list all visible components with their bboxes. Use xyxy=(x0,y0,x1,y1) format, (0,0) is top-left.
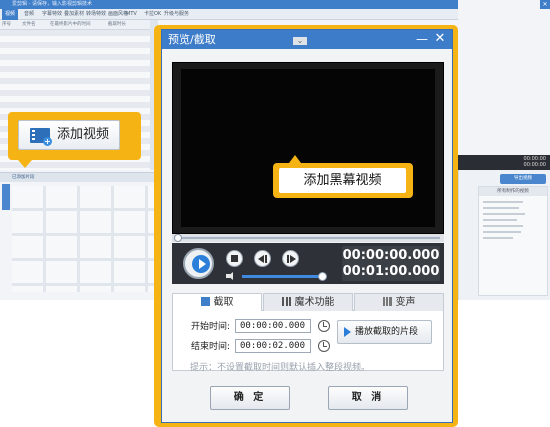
start-time-pick-button[interactable] xyxy=(316,319,332,333)
bg-menu-overlay[interactable]: 叠加素材 xyxy=(64,9,84,20)
end-time-label: 结束时间: xyxy=(191,342,231,352)
tab-voice-change[interactable]: 变声 xyxy=(354,293,444,311)
bg-menu-video[interactable]: 视频 xyxy=(2,9,19,20)
volume-handle[interactable] xyxy=(318,272,327,281)
bg-col-time: 在最终影片中的时间 xyxy=(50,22,91,27)
bg-info-panel: 所有制作的视频 xyxy=(478,186,548,296)
film-strip-icon xyxy=(281,297,291,306)
bg-added-clips-bar: 已添加片段 xyxy=(0,172,158,182)
add-video-label: 添加视频 xyxy=(57,127,110,142)
total-timecode: 00:01:00.000 xyxy=(342,264,440,279)
tab-bar: 截取 魔术功能 变声 xyxy=(172,293,444,312)
bg-col-index: 序号 xyxy=(2,22,11,27)
stop-button[interactable] xyxy=(226,250,243,267)
player-controls: 00:00:00.000 00:01:00.000 xyxy=(172,243,444,284)
preview-crop-dialog: 预览/截取 — ✕ 添加黑幕视频 ⌄ 00:00:00.000 00:01:00… xyxy=(161,29,453,423)
video-preview-screen xyxy=(181,69,435,227)
start-time-label: 开始时间: xyxy=(191,322,231,332)
bg-menu-mtv[interactable]: MTV xyxy=(126,9,137,20)
bg-menu-style[interactable]: 画面风格 xyxy=(108,9,128,20)
add-video-button[interactable]: 添加视频 xyxy=(18,120,120,150)
bg-export-button[interactable]: 导出视频 xyxy=(500,174,546,184)
bg-thumbnail-grid xyxy=(12,186,158,292)
tab-magic[interactable]: 魔术功能 xyxy=(263,293,353,311)
tab-voice-label: 变声 xyxy=(395,297,416,308)
cancel-button[interactable]: 取 消 xyxy=(328,386,408,410)
end-time-pick-button[interactable] xyxy=(316,339,332,353)
bg-menu-subtitle[interactable]: 字幕特效 xyxy=(42,9,62,20)
bg-timecode-bar: 00:00:00 00:00:00 xyxy=(458,155,550,170)
bg-menu-audio[interactable]: 音频 xyxy=(24,9,34,20)
clock-icon xyxy=(318,340,330,352)
tab-crop-label: 截取 xyxy=(213,297,234,308)
bg-vertical-tab[interactable] xyxy=(2,184,10,210)
bg-added-clips-label: 已添加片段 xyxy=(12,175,35,180)
add-black-screen-button[interactable]: 添加黑幕视频 xyxy=(279,168,406,193)
play-button[interactable] xyxy=(183,248,214,279)
bg-table-header: 序号 文件名 在最终影片中的时间 截取时长 xyxy=(0,20,150,30)
bg-timecode-2: 00:00:00 xyxy=(523,162,546,168)
tab-crop[interactable]: 截取 xyxy=(172,293,262,312)
dialog-titlebar[interactable]: 预览/截取 — ✕ xyxy=(162,30,452,49)
ok-button[interactable]: 确 定 xyxy=(210,386,290,410)
bg-titlebar: 爱剪辑 - 请保存，输入影视剪辑技术 xyxy=(0,0,458,9)
minimize-button[interactable]: — xyxy=(412,32,432,46)
next-frame-button[interactable] xyxy=(282,250,299,267)
volume-slider[interactable] xyxy=(242,275,322,278)
bg-info-panel-title: 所有制作的视频 xyxy=(479,187,547,196)
previous-frame-button[interactable] xyxy=(254,250,271,267)
bg-col-duration: 截取时长 xyxy=(108,22,126,27)
play-segment-label: 播放截取的片段 xyxy=(355,327,419,337)
seek-track xyxy=(178,237,440,239)
bg-export-label: 导出视频 xyxy=(514,176,532,181)
bg-app-title: 爱剪辑 - 请保存，输入影视剪辑技术 xyxy=(12,1,92,7)
bg-close-button[interactable]: ✕ xyxy=(540,0,550,9)
play-icon xyxy=(199,259,206,269)
seek-handle[interactable] xyxy=(174,234,182,242)
play-segment-button[interactable]: 播放截取的片段 xyxy=(337,320,432,344)
bg-menu-transition[interactable]: 转场特效 xyxy=(86,9,106,20)
audio-wave-icon xyxy=(382,297,392,306)
hint-text: 提示：不设置截取时间则默认插入整段视频。 xyxy=(190,363,371,373)
video-preview-area xyxy=(172,62,444,234)
bg-col-filename: 文件名 xyxy=(22,22,36,27)
dialog-title: 预览/截取 xyxy=(168,33,216,46)
chevron-down-icon[interactable]: ⌄ xyxy=(293,37,307,45)
end-time-input[interactable]: 00:00:02.000 xyxy=(235,339,311,353)
play-icon xyxy=(344,327,351,337)
bg-menu-upgrade[interactable]: 升级与服务 xyxy=(164,9,189,20)
timecode-display: 00:00:00.000 00:01:00.000 xyxy=(342,246,440,281)
start-time-input[interactable]: 00:00:00.000 xyxy=(235,319,311,333)
tab-magic-label: 魔术功能 xyxy=(294,297,335,308)
black-screen-callout: 添加黑幕视频 xyxy=(273,155,413,198)
seek-bar[interactable] xyxy=(172,234,444,242)
clock-icon xyxy=(318,320,330,332)
close-button[interactable]: ✕ xyxy=(430,32,450,46)
crop-icon xyxy=(200,297,210,306)
add-video-callout: 添加视频 xyxy=(8,112,141,168)
bg-menu-karaoke[interactable]: 卡拉OK xyxy=(144,9,161,20)
volume-icon[interactable] xyxy=(226,272,236,280)
film-add-icon xyxy=(30,128,52,146)
current-timecode: 00:00:00.000 xyxy=(342,248,440,263)
bg-menubar: 视频 音频 字幕特效 叠加素材 转场特效 画面风格 MTV 卡拉OK 升级与服务 xyxy=(0,9,458,20)
